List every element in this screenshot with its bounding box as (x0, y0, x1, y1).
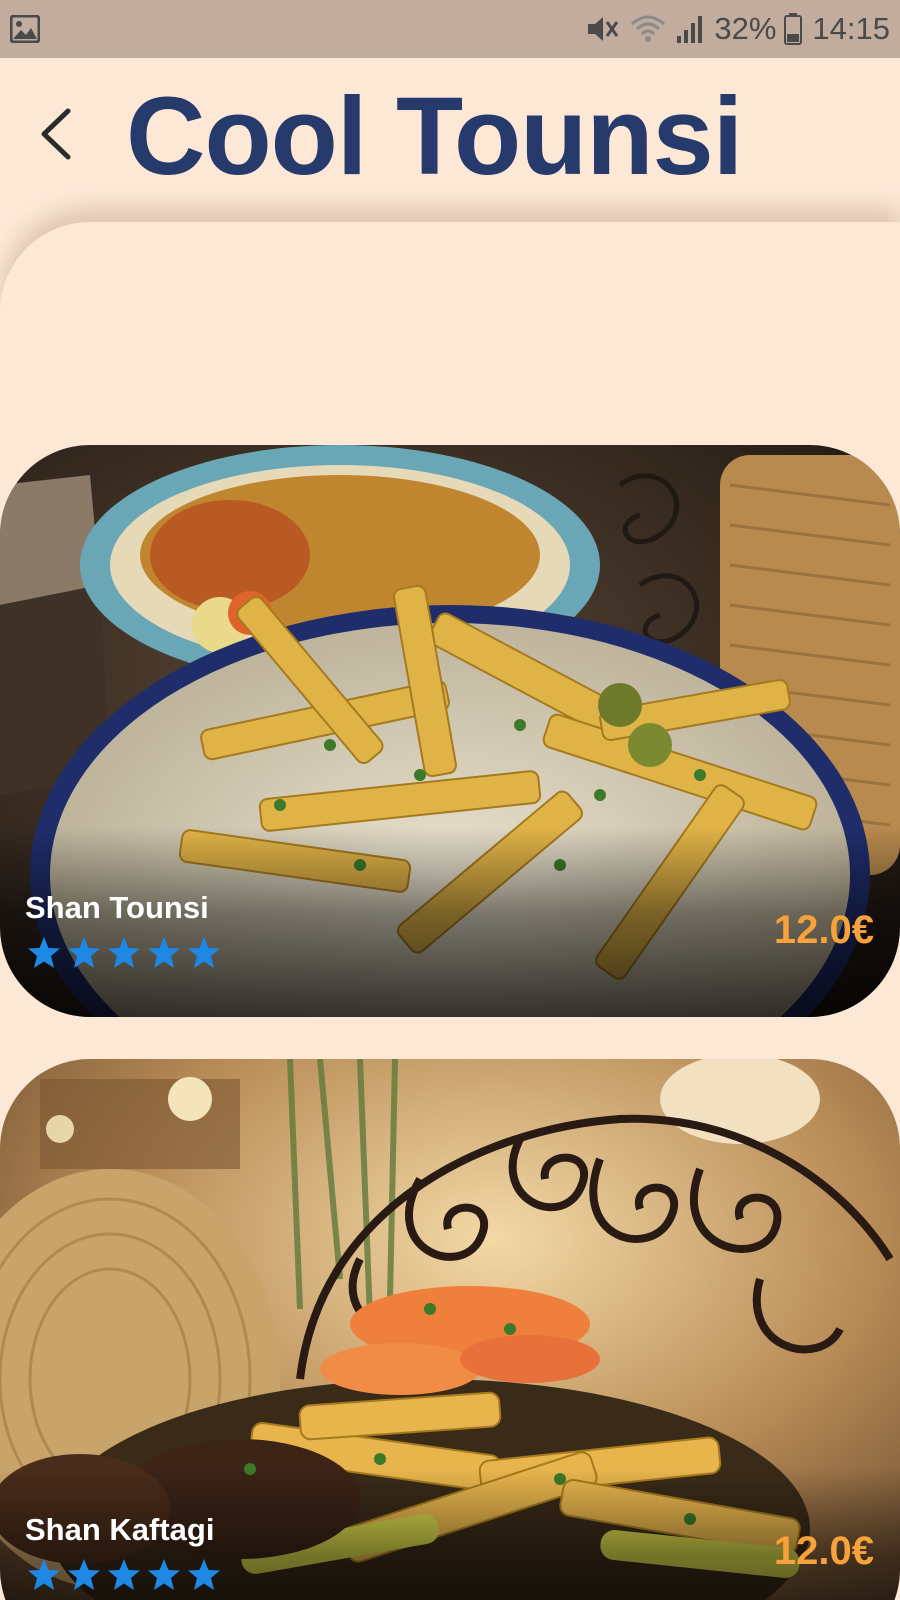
star-icon (68, 937, 100, 968)
star-icon (108, 937, 140, 968)
dish-card[interactable]: Shan Tounsi 12.0€ (0, 445, 900, 1017)
star-icon (28, 937, 60, 968)
star-icon (148, 937, 180, 968)
status-bar: 32% 14:15 (0, 0, 900, 58)
battery-icon (784, 13, 803, 45)
star-icon (188, 1559, 220, 1590)
dish-price: 12.0€ (773, 1529, 874, 1573)
clock: 14:15 (812, 11, 890, 46)
wifi-icon (631, 15, 666, 42)
rating-stars (27, 1558, 227, 1592)
app-header: Cool Tounsi (0, 58, 900, 218)
dish-name: Shan Kaftagi (25, 1512, 215, 1547)
battery-percent: 32% (714, 11, 777, 46)
star-icon (28, 1559, 60, 1590)
chevron-left-icon[interactable] (30, 103, 86, 165)
dish-list[interactable]: Shan Tounsi 12.0€ Shan Kaftagi 12.0€ (0, 222, 900, 1600)
mute-icon (588, 17, 619, 41)
dish-card[interactable]: Shan Kaftagi 12.0€ (0, 1059, 900, 1600)
image-icon (10, 15, 40, 43)
page-title: Cool Tounsi (126, 75, 743, 198)
star-icon (188, 937, 220, 968)
signal-icon (677, 16, 703, 43)
dish-price: 12.0€ (773, 908, 874, 952)
star-icon (68, 1559, 100, 1590)
rating-stars (27, 936, 227, 970)
star-icon (108, 1559, 140, 1590)
star-icon (148, 1559, 180, 1590)
dish-name: Shan Tounsi (25, 890, 209, 925)
